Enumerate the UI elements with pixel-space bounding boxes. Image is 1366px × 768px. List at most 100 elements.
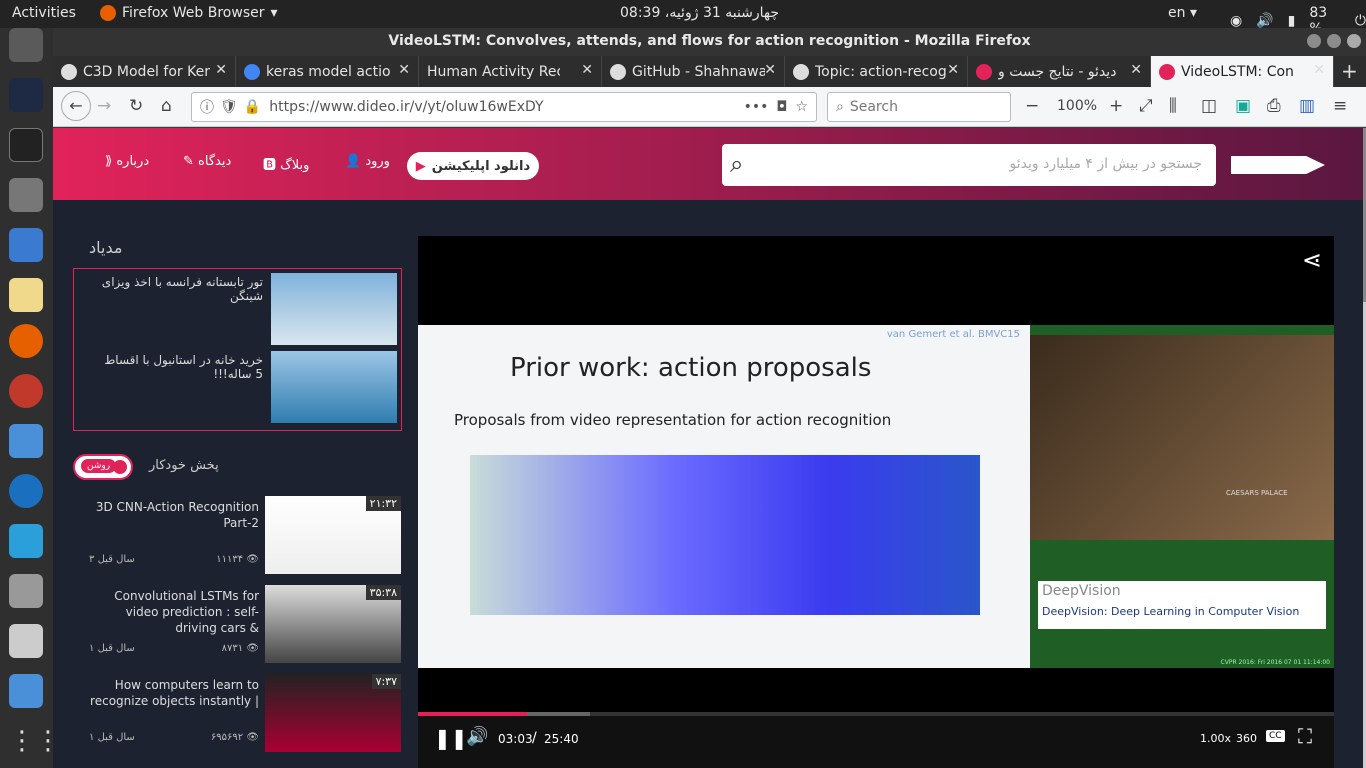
activities-button[interactable]: Activities <box>12 5 76 21</box>
terminal-icon[interactable] <box>9 128 43 162</box>
info-icon[interactable]: ⓘ <box>200 97 214 117</box>
tab-1[interactable]: C3D Model for Ker ✕ <box>53 56 236 87</box>
texmaker-icon[interactable] <box>9 624 43 658</box>
installer-icon[interactable] <box>9 424 43 458</box>
zoom-in-button[interactable]: + <box>1109 96 1123 116</box>
app-grid-icon[interactable]: ⋮⋮ <box>9 726 61 760</box>
pause-icon[interactable]: ❚❚ <box>434 726 468 750</box>
ad-image-eiffel <box>271 273 397 345</box>
tab-5[interactable]: Topic: action-recog ✕ <box>785 56 968 87</box>
tab-label: keras model actio <box>266 63 391 80</box>
close-tab-icon[interactable]: ✕ <box>215 62 227 78</box>
tab-7[interactable]: VideoLSTM: Con ✕ <box>1151 56 1334 87</box>
library-icon[interactable]: ⫼ <box>1169 96 1177 116</box>
video-title: 3D CNN-Action Recognition Part-2 <box>95 500 259 530</box>
slide-credit: van Gemert et al. BMVC15 <box>886 329 1020 340</box>
autoplay-toggle[interactable]: روشن <box>73 454 133 480</box>
settings-app-icon[interactable] <box>9 28 43 62</box>
tab-3[interactable]: Human Activity Recog ✕ <box>419 56 602 87</box>
zoom-level[interactable]: 100% <box>1057 98 1097 114</box>
share-icon[interactable]: ⋖ <box>1302 246 1322 274</box>
github-icon <box>610 63 626 80</box>
volume-icon[interactable]: 🔊 <box>466 726 488 747</box>
close-tab-icon[interactable]: ✕ <box>947 62 959 78</box>
shield-icon[interactable]: 🛡 <box>220 99 238 115</box>
close-tab-icon[interactable]: ✕ <box>1130 62 1142 78</box>
system-monitor-icon[interactable] <box>9 78 43 112</box>
menu-icon[interactable]: ≡ <box>1333 96 1347 116</box>
quality-button[interactable]: 360 <box>1236 732 1257 745</box>
video-duration: ۷:۳۷ <box>371 674 401 689</box>
blog-link[interactable]: 🅱 وبلاگ <box>263 154 309 173</box>
extension-icon[interactable]: ▥ <box>1299 96 1315 116</box>
close-window-button[interactable] <box>1347 34 1361 48</box>
document-viewer-icon[interactable] <box>9 228 43 262</box>
search-bar[interactable]: ⌕ Search <box>827 92 1011 122</box>
sidebar-icon[interactable]: ◫ <box>1201 96 1217 116</box>
launcher-dock: ⋮⋮ <box>0 28 61 768</box>
about-link[interactable]: ⟫ درباره <box>105 154 149 169</box>
url-bar[interactable]: ⓘ 🛡 🔒 https://www.dideo.ir/v/yt/oluw16wE… <box>191 92 817 122</box>
close-tab-icon[interactable]: ✕ <box>581 62 593 78</box>
download-app-button[interactable]: ▶ دانلود اپلیکیشن <box>407 152 539 180</box>
camera-app-icon[interactable] <box>9 574 43 608</box>
back-button[interactable]: ← <box>61 91 91 121</box>
video-player[interactable]: ⋖ van Gemert et al. BMVC15 Prior work: a… <box>418 236 1334 768</box>
close-tab-icon[interactable]: ✕ <box>764 62 776 78</box>
network-app-icon[interactable] <box>9 374 43 408</box>
files-icon[interactable] <box>9 178 43 212</box>
site-search-box[interactable]: جستجو در بیش از ۴ میلیارد ویدئو ⌕ <box>722 144 1216 186</box>
installer-icon-2[interactable] <box>9 674 43 708</box>
didgah-link[interactable]: ✎ دیدگاه <box>183 154 231 169</box>
clock[interactable]: چهارشنبه 31 ژوئیه، 08:39 <box>620 5 779 21</box>
tab-label: C3D Model for Ker <box>83 63 210 80</box>
volume-icon: 🔊 <box>1256 13 1274 29</box>
fullscreen-button[interactable]: ⛶ <box>1298 724 1312 748</box>
video-age: ۳ سال قبل <box>89 554 135 565</box>
pocket-icon[interactable]: ◘ <box>776 99 787 115</box>
tab-2[interactable]: keras model actio ✕ <box>236 56 419 87</box>
save-icon[interactable]: ▣ <box>1235 96 1251 116</box>
lock-icon: 🔒 <box>243 99 262 115</box>
dideo-logo[interactable] <box>1231 156 1325 174</box>
maximize-button[interactable] <box>1327 34 1341 48</box>
site-search-icon[interactable]: ⌕ <box>730 150 743 178</box>
tab-6[interactable]: دیدئو - نتایج جست و ✕ <box>968 56 1151 87</box>
new-tab-button[interactable]: + <box>1341 59 1358 83</box>
bookmark-star-icon[interactable]: ☆ <box>795 99 808 115</box>
app-menu[interactable]: Firefox Web Browser ▾ <box>100 5 278 21</box>
ad-item[interactable]: تور تابستانه فرانسه با اخذ ویزای شینگن <box>74 269 403 345</box>
view-count: ۶۹۵۶۹۲ <box>210 732 244 743</box>
speed-button[interactable]: 1.00x <box>1200 732 1231 745</box>
ad-item[interactable]: خرید خانه در استانبول با اقساط 5 ساله!!! <box>74 347 403 423</box>
close-tab-icon[interactable]: ✕ <box>398 62 410 78</box>
fullscreen-icon[interactable]: ⤢ <box>1139 96 1153 116</box>
close-tab-icon[interactable]: ✕ <box>1313 62 1325 78</box>
home-button[interactable]: ⌂ <box>161 96 172 116</box>
cc-button[interactable]: CC <box>1266 730 1285 742</box>
video-duration: ۲۱:۳۲ <box>365 496 401 511</box>
text-editor-icon[interactable] <box>9 278 43 312</box>
deepvision-banner: DeepVision DeepVision: Deep Learning in … <box>1038 581 1326 629</box>
view-count: ۱۱۱۳۴ <box>216 554 244 565</box>
blog-icon: 🅱 <box>263 158 277 173</box>
reload-button[interactable]: ↻ <box>129 96 143 116</box>
forward-button[interactable]: → <box>97 96 111 116</box>
print-icon[interactable]: ⎙ <box>1267 96 1281 116</box>
related-video-item[interactable]: ۲۱:۳۲ 3D CNN-Action Recognition Part-2 ۳ س… <box>73 496 403 574</box>
browser-app-icon[interactable] <box>9 474 43 508</box>
login-link[interactable]: 👤 ورود <box>345 154 390 169</box>
minimize-button[interactable] <box>1307 34 1321 48</box>
tab-4[interactable]: GitHub - Shahnawa ✕ <box>602 56 785 87</box>
site-search-placeholder: جستجو در بیش از ۴ میلیارد ویدئو <box>1009 156 1202 172</box>
keyboard-layout[interactable]: en ▾ <box>1168 5 1197 21</box>
login-label: ورود <box>365 154 390 169</box>
video-meta: ۱ سال قبل ۸۷۳۱ 👁 <box>89 643 259 654</box>
related-video-item[interactable]: ۳۵:۳۸ Convolutional LSTMs for video predi… <box>73 585 403 663</box>
related-video-item[interactable]: ۷:۳۷ How computers learn to recognize obj… <box>73 674 403 752</box>
zoom-out-button[interactable]: − <box>1025 96 1039 116</box>
firefox-dock-icon[interactable] <box>9 324 43 358</box>
telegram-icon[interactable] <box>9 524 43 558</box>
page-actions-icon[interactable]: ••• <box>744 99 769 115</box>
ad-image-istanbul <box>271 351 397 423</box>
